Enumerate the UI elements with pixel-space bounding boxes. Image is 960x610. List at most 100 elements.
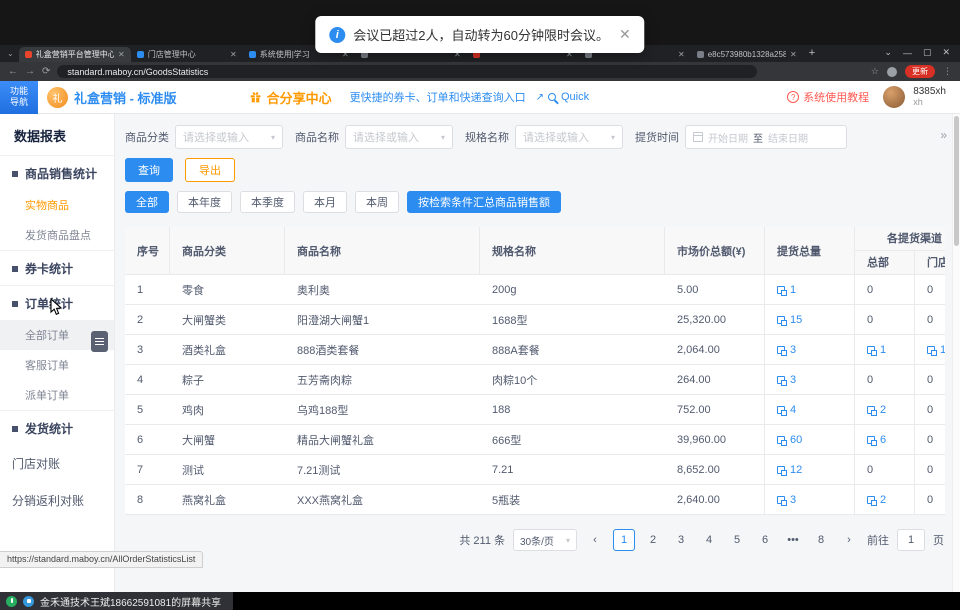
- pickup-count: 0: [927, 434, 933, 446]
- select-placeholder: 请选择或输入: [353, 129, 419, 145]
- function-nav-toggle[interactable]: 功能 导航: [0, 81, 38, 114]
- quick-search-link[interactable]: Quick: [548, 91, 589, 103]
- search-button[interactable]: 查询: [125, 158, 173, 182]
- pickup-count-link[interactable]: 4: [777, 404, 796, 416]
- pickup-cell: 1: [915, 335, 945, 365]
- camera-icon[interactable]: [23, 596, 34, 607]
- pickup-count-link[interactable]: 6: [867, 434, 886, 446]
- quick-tab[interactable]: 本年度: [177, 191, 232, 213]
- browser-tab[interactable]: e8c573980b1328a258fd2e6l✕: [691, 47, 803, 62]
- page-number-button[interactable]: 2: [643, 529, 663, 551]
- sidebar-item[interactable]: 派单订单: [0, 380, 114, 410]
- toast-close-icon[interactable]: ✕: [619, 26, 631, 43]
- page-number-button[interactable]: 8: [811, 529, 831, 551]
- summary-button[interactable]: 按检索条件汇总商品销售额: [407, 191, 561, 213]
- tab-label: 礼盒营销平台管理中心: [36, 49, 114, 60]
- scrollbar-thumb[interactable]: [954, 116, 959, 246]
- user-subname: xh: [913, 97, 946, 108]
- page-size-select[interactable]: 30条/页▾: [513, 529, 577, 551]
- pickup-cell: 4: [765, 395, 855, 425]
- page-number-button[interactable]: •••: [783, 529, 803, 551]
- page-number-button[interactable]: 3: [671, 529, 691, 551]
- tab-close-icon[interactable]: ✕: [118, 50, 125, 59]
- prev-page-button[interactable]: ‹: [585, 529, 605, 551]
- page-number-button[interactable]: 1: [613, 529, 635, 551]
- pickup-count-link[interactable]: 12: [777, 464, 802, 476]
- cell-seq: 3: [125, 335, 170, 365]
- user-info[interactable]: 8385xh xh: [913, 86, 946, 108]
- quick-tab[interactable]: 本月: [303, 191, 347, 213]
- main-content: 商品分类请选择或输入▾商品名称请选择或输入▾规格名称请选择或输入▾提货时间开始日…: [115, 114, 952, 592]
- quick-tab[interactable]: 本季度: [240, 191, 295, 213]
- pickup-count-link[interactable]: 2: [867, 404, 886, 416]
- tab-close-icon[interactable]: ✕: [678, 50, 685, 59]
- sidebar-item[interactable]: 发货商品盘点: [0, 220, 114, 250]
- window-control-icon[interactable]: ▢: [923, 47, 932, 58]
- sidebar-item[interactable]: 发货统计: [0, 410, 114, 445]
- pickup-count-link[interactable]: 15: [777, 314, 802, 326]
- cell-amount: 2,640.00: [665, 485, 765, 515]
- next-page-button[interactable]: ›: [839, 529, 859, 551]
- export-button[interactable]: 导出: [185, 158, 235, 182]
- page-number-button[interactable]: 5: [727, 529, 747, 551]
- share-center-link[interactable]: 合分享中心: [249, 88, 332, 107]
- browser-menu-icon[interactable]: ⋮: [943, 66, 952, 77]
- sidebar-title: 数据报表: [0, 114, 114, 156]
- sidebar-item[interactable]: 实物商品: [0, 190, 114, 220]
- cell-spec: 200g: [480, 275, 665, 305]
- goto-page-input[interactable]: 1: [897, 529, 925, 551]
- sidebar-item[interactable]: 券卡统计: [0, 250, 114, 285]
- bookmark-star-icon[interactable]: ☆: [871, 66, 879, 77]
- tab-search-icon[interactable]: ⌄: [0, 49, 19, 62]
- pickup-count-link[interactable]: 60: [777, 434, 802, 446]
- page-number-button[interactable]: 4: [699, 529, 719, 551]
- table-row: 5鸡肉乌鸡188型188752.00420: [125, 395, 945, 425]
- browser-profile-icon[interactable]: [887, 67, 897, 77]
- filters-collapse-icon[interactable]: »: [940, 128, 946, 142]
- filter-select[interactable]: 请选择或输入▾: [175, 125, 283, 149]
- pickup-date-range[interactable]: 开始日期至结束日期: [685, 125, 847, 149]
- pickup-count-link[interactable]: 3: [777, 494, 796, 506]
- quick-tab[interactable]: 全部: [125, 191, 169, 213]
- cell-amount: 752.00: [665, 395, 765, 425]
- tutorial-link[interactable]: ? 系统使用教程: [787, 89, 869, 105]
- new-tab-button[interactable]: +: [803, 47, 823, 62]
- sidebar-item[interactable]: 商品销售统计: [0, 156, 114, 190]
- filter-select[interactable]: 请选择或输入▾: [345, 125, 453, 149]
- tab-close-icon[interactable]: ✕: [230, 50, 237, 59]
- forward-icon[interactable]: →: [25, 66, 35, 77]
- quick-tab[interactable]: 本周: [355, 191, 399, 213]
- pickup-count-link[interactable]: 1: [927, 344, 945, 356]
- cell-spec: 肉粽10个: [480, 365, 665, 395]
- cell-amount: 25,320.00: [665, 305, 765, 335]
- page-number-button[interactable]: 6: [755, 529, 775, 551]
- pickup-count-link[interactable]: 3: [777, 374, 796, 386]
- pickup-count-link[interactable]: 3: [777, 344, 796, 356]
- browser-tab[interactable]: 门店管理中心✕: [131, 47, 243, 62]
- browser-update-button[interactable]: 更新: [905, 65, 935, 78]
- menu-bullet-icon: [12, 266, 18, 272]
- pickup-cell: 3: [765, 335, 855, 365]
- reload-icon[interactable]: ⟳: [42, 66, 50, 77]
- page-scrollbar[interactable]: [952, 114, 960, 592]
- pagination: 共 211 条30条/页▾‹123456•••8›前往1页: [459, 529, 944, 551]
- sidebar-item[interactable]: 分销返利对账: [0, 482, 114, 519]
- back-icon[interactable]: ←: [8, 66, 18, 77]
- pickup-count-link[interactable]: 1: [777, 284, 796, 296]
- user-avatar[interactable]: [883, 86, 905, 108]
- microphone-icon[interactable]: [6, 596, 17, 607]
- tab-close-icon[interactable]: ✕: [790, 50, 797, 59]
- pickup-icon: [867, 436, 875, 444]
- column-header: 规格名称: [480, 227, 665, 274]
- filter-select[interactable]: 请选择或输入▾: [515, 125, 623, 149]
- sidebar-item[interactable]: 门店对账: [0, 445, 114, 482]
- window-control-icon[interactable]: —: [903, 48, 912, 58]
- pickup-count-link[interactable]: 2: [867, 494, 886, 506]
- window-control-icon[interactable]: ✕: [942, 47, 950, 58]
- browser-tab[interactable]: 礼盒营销平台管理中心 ✕: [19, 47, 131, 62]
- sidebar-drawer-toggle[interactable]: [91, 331, 108, 352]
- pickup-count-link[interactable]: 1: [867, 344, 886, 356]
- url-field[interactable]: standard.maboy.cn/GoodsStatistics: [57, 65, 757, 78]
- sidebar-item[interactable]: 客服订单: [0, 350, 114, 380]
- window-control-icon[interactable]: ⌄: [884, 47, 892, 58]
